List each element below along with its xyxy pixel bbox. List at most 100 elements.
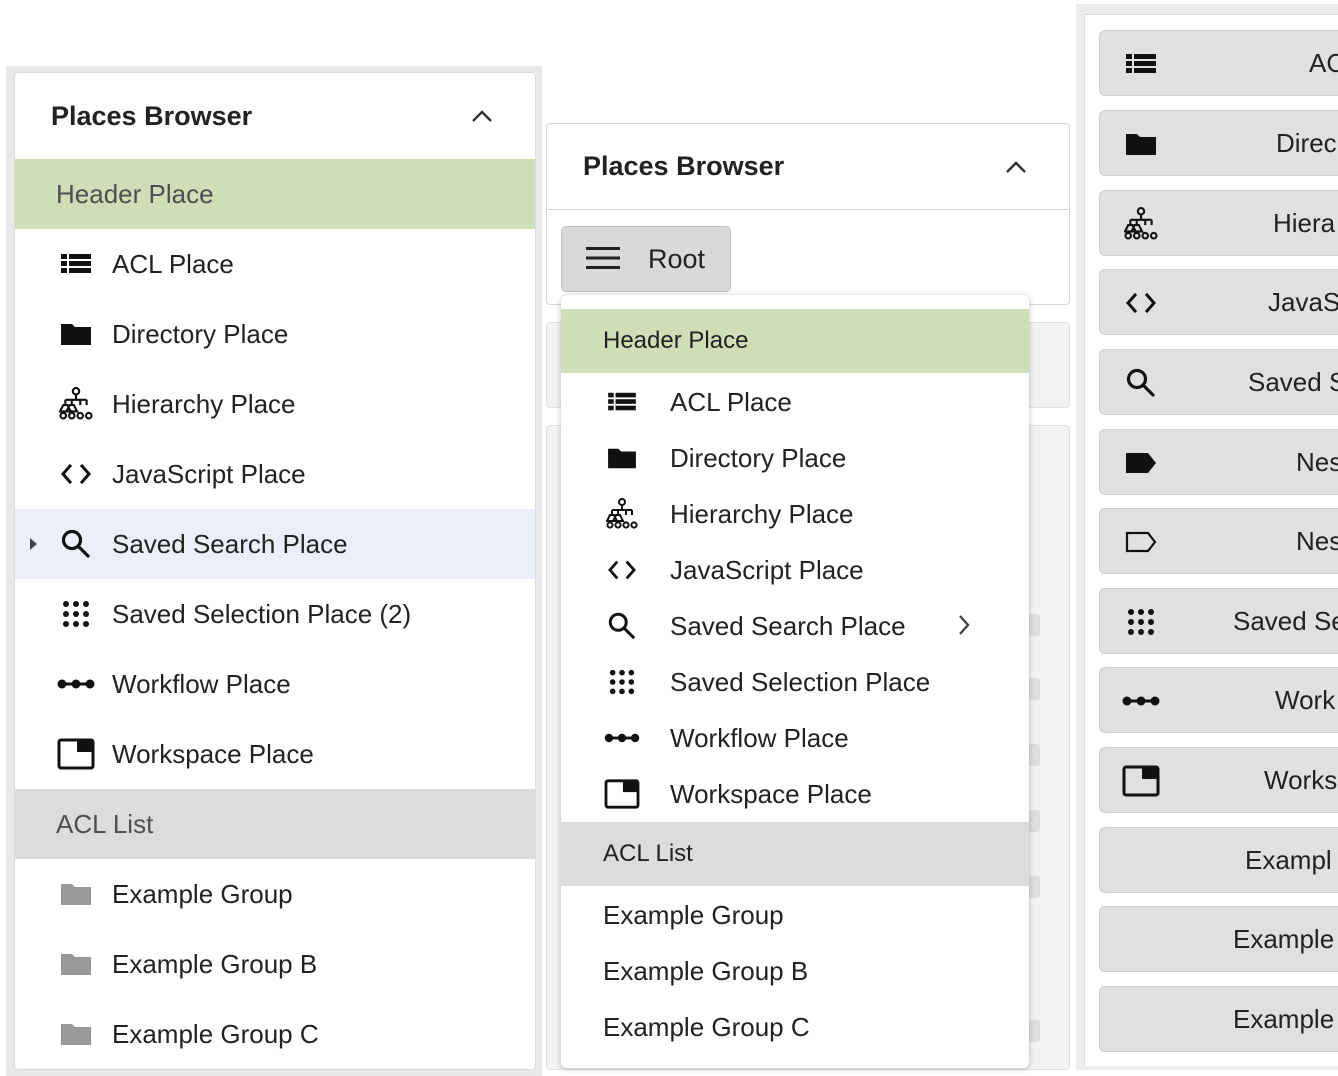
menu-item-label: Example Group C <box>603 1011 810 1042</box>
menu-item-label: ACL Place <box>670 386 792 417</box>
place-button-workflow[interactable]: Work <box>1099 667 1338 733</box>
menu-item-label: Hierarchy Place <box>670 498 854 529</box>
place-item-saved-selection[interactable]: Saved Selection Place (2) <box>15 579 535 649</box>
root-label: Root <box>648 243 706 274</box>
tag-filled-icon <box>1120 443 1162 483</box>
dropdown-acl-list[interactable]: ACL List <box>561 822 1029 886</box>
menu-item-label: Saved Selection Place <box>670 666 931 697</box>
place-item-hierarchy[interactable]: Hierarchy Place <box>15 369 535 439</box>
place-item-workspace[interactable]: Workspace Place <box>15 719 535 789</box>
panel2-header[interactable]: Places Browser <box>547 124 1069 210</box>
place-item-label: Workspace Place <box>112 738 314 769</box>
place-button-label: Hiera <box>1273 208 1336 238</box>
code-icon <box>1120 283 1162 323</box>
menu-item-label: Workspace Place <box>670 778 872 809</box>
place-item-label: JavaScript Place <box>112 458 306 489</box>
menu-item-label: Saved Search Place <box>670 610 906 641</box>
menu-item-label: Workflow Place <box>670 722 849 753</box>
list-icon <box>603 383 641 421</box>
menu-item-saved-selection[interactable]: Saved Selection Place <box>561 654 1029 710</box>
place-button-nested-1[interactable]: Nes <box>1099 429 1338 495</box>
place-button-hierarchy[interactable]: Hiera <box>1099 190 1338 256</box>
place-button-label: Exampl <box>1245 845 1332 875</box>
menu-group-item[interactable]: Example Group B <box>561 943 1029 999</box>
group-item-label: Example Group C <box>112 1018 319 1049</box>
place-button-saved-selection[interactable]: Saved Se <box>1099 588 1338 654</box>
menu-item-label: JavaScript Place <box>670 554 864 585</box>
menu-item-directory[interactable]: Directory Place <box>561 430 1029 486</box>
place-button-label: Direc <box>1276 128 1337 158</box>
group-item[interactable]: Example Group B <box>15 929 535 999</box>
panel1-title: Places Browser <box>51 100 253 131</box>
menu-item-label: Example Group B <box>603 955 809 986</box>
menu-item-label: Directory Place <box>670 442 847 473</box>
place-button-saved-search[interactable]: Saved S <box>1099 349 1338 415</box>
grid-dots-icon <box>55 594 97 634</box>
workspace-icon <box>1120 761 1162 801</box>
place-item-saved-search[interactable]: Saved Search Place <box>15 509 535 579</box>
menu-group-item[interactable]: Example Group C <box>561 999 1029 1055</box>
menu-item-workflow[interactable]: Workflow Place <box>561 710 1029 766</box>
place-button-javascript[interactable]: JavaS <box>1099 269 1338 335</box>
place-button-group[interactable]: Example <box>1099 986 1338 1052</box>
place-button-label: Saved S <box>1248 367 1338 397</box>
panel2-title: Places Browser <box>583 151 785 181</box>
place-button-label: Works <box>1264 765 1338 795</box>
hierarchy-icon <box>55 384 97 424</box>
place-button-label: Example <box>1233 1004 1335 1034</box>
header-place-item[interactable]: Header Place <box>15 159 535 229</box>
group-item[interactable]: Example Group C <box>15 999 535 1069</box>
code-icon <box>55 454 97 494</box>
place-button-workspace[interactable]: Works <box>1099 747 1338 813</box>
group-item-label: Example Group B <box>112 948 318 979</box>
background-badge <box>1028 614 1040 636</box>
group-item[interactable]: Example Group <box>15 859 535 929</box>
background-badge <box>1028 1020 1040 1042</box>
place-button-directory[interactable]: Direc <box>1099 110 1338 176</box>
menu-item-javascript[interactable]: JavaScript Place <box>561 542 1029 598</box>
code-icon <box>603 551 641 589</box>
expand-caret-icon[interactable] <box>30 538 37 550</box>
folder-icon <box>55 1014 97 1054</box>
places-browser-panel-1: Places Browser Header Place ACL Place Di… <box>14 72 536 1070</box>
folder-icon <box>55 944 97 984</box>
places-browser-panel-2: Places Browser Root <box>546 123 1070 305</box>
menu-item-workspace[interactable]: Workspace Place <box>561 766 1029 822</box>
place-item-label: Hierarchy Place <box>112 388 296 419</box>
acl-list-label: ACL List <box>56 808 154 839</box>
menu-item-saved-search[interactable]: Saved Search Place <box>561 598 1029 654</box>
place-item-javascript[interactable]: JavaScript Place <box>15 439 535 509</box>
dropdown-header-place[interactable]: Header Place <box>561 309 1029 373</box>
list-icon <box>1120 44 1162 84</box>
acl-list-header[interactable]: ACL List <box>15 789 535 859</box>
place-button-label: Example <box>1233 924 1335 954</box>
folder-icon <box>603 439 641 477</box>
place-button-acl[interactable]: AC <box>1099 30 1338 96</box>
background-badge <box>1028 678 1040 700</box>
menu-item-acl[interactable]: ACL Place <box>561 374 1029 430</box>
search-icon <box>603 607 641 645</box>
place-button-label: Work <box>1275 685 1336 715</box>
workflow-icon <box>1120 681 1162 721</box>
places-dropdown-menu: Header Place ACL Place Directory Place H… <box>561 295 1029 1068</box>
panel1-header[interactable]: Places Browser <box>15 73 535 159</box>
grid-dots-icon <box>1120 602 1162 642</box>
chevron-up-icon[interactable] <box>1005 160 1027 174</box>
menu-item-hierarchy[interactable]: Hierarchy Place <box>561 486 1029 542</box>
chevron-up-icon[interactable] <box>471 109 493 123</box>
folder-icon <box>55 874 97 914</box>
folder-icon <box>55 314 97 354</box>
header-place-label: Header Place <box>603 327 749 354</box>
place-button-label: Nes <box>1296 526 1338 556</box>
menu-group-item[interactable]: Example Group <box>561 887 1029 943</box>
place-item-workflow[interactable]: Workflow Place <box>15 649 535 719</box>
place-button-label: JavaS <box>1268 287 1338 317</box>
root-button[interactable]: Root <box>561 226 731 292</box>
tag-outline-icon <box>1120 522 1162 562</box>
place-item-acl[interactable]: ACL Place <box>15 229 535 299</box>
place-button-group[interactable]: Exampl <box>1099 827 1338 893</box>
hierarchy-icon <box>603 495 641 533</box>
place-button-nested-2[interactable]: Nes <box>1099 508 1338 574</box>
place-button-group[interactable]: Example <box>1099 906 1338 972</box>
place-item-directory[interactable]: Directory Place <box>15 299 535 369</box>
